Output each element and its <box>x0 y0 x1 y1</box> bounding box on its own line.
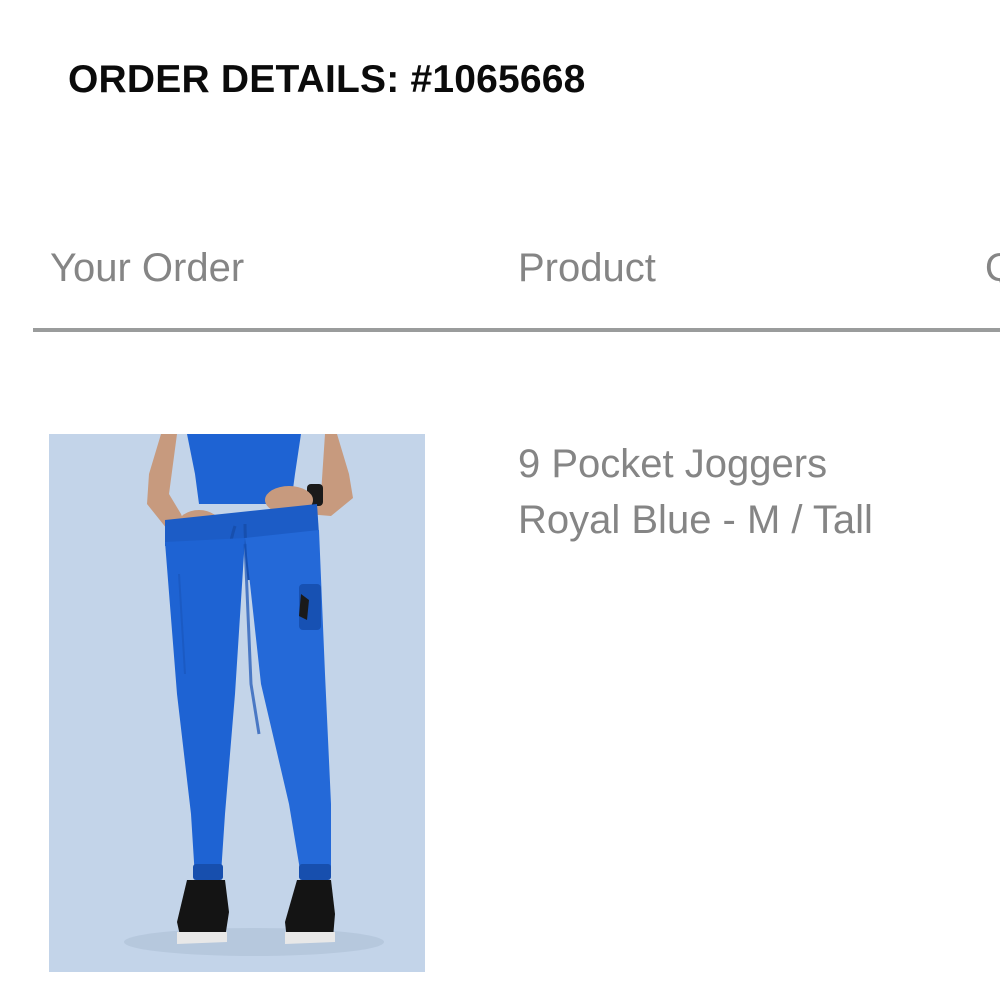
joggers-photo-icon <box>49 434 425 972</box>
column-header-product: Product <box>518 246 656 290</box>
column-header-your-order: Your Order <box>50 246 245 290</box>
column-header-truncated: Q <box>985 246 1000 291</box>
product-info: 9 Pocket Joggers Royal Blue - M / Tall <box>518 436 873 548</box>
order-title: ORDER DETAILS: #1065668 <box>68 58 586 101</box>
table-header-divider <box>33 328 1000 332</box>
product-variant: Royal Blue - M / Tall <box>518 498 873 542</box>
order-details-page: ORDER DETAILS: #1065668 Your Order Produ… <box>0 0 1000 1000</box>
product-name[interactable]: 9 Pocket Joggers <box>518 436 873 492</box>
product-image[interactable] <box>49 434 425 972</box>
